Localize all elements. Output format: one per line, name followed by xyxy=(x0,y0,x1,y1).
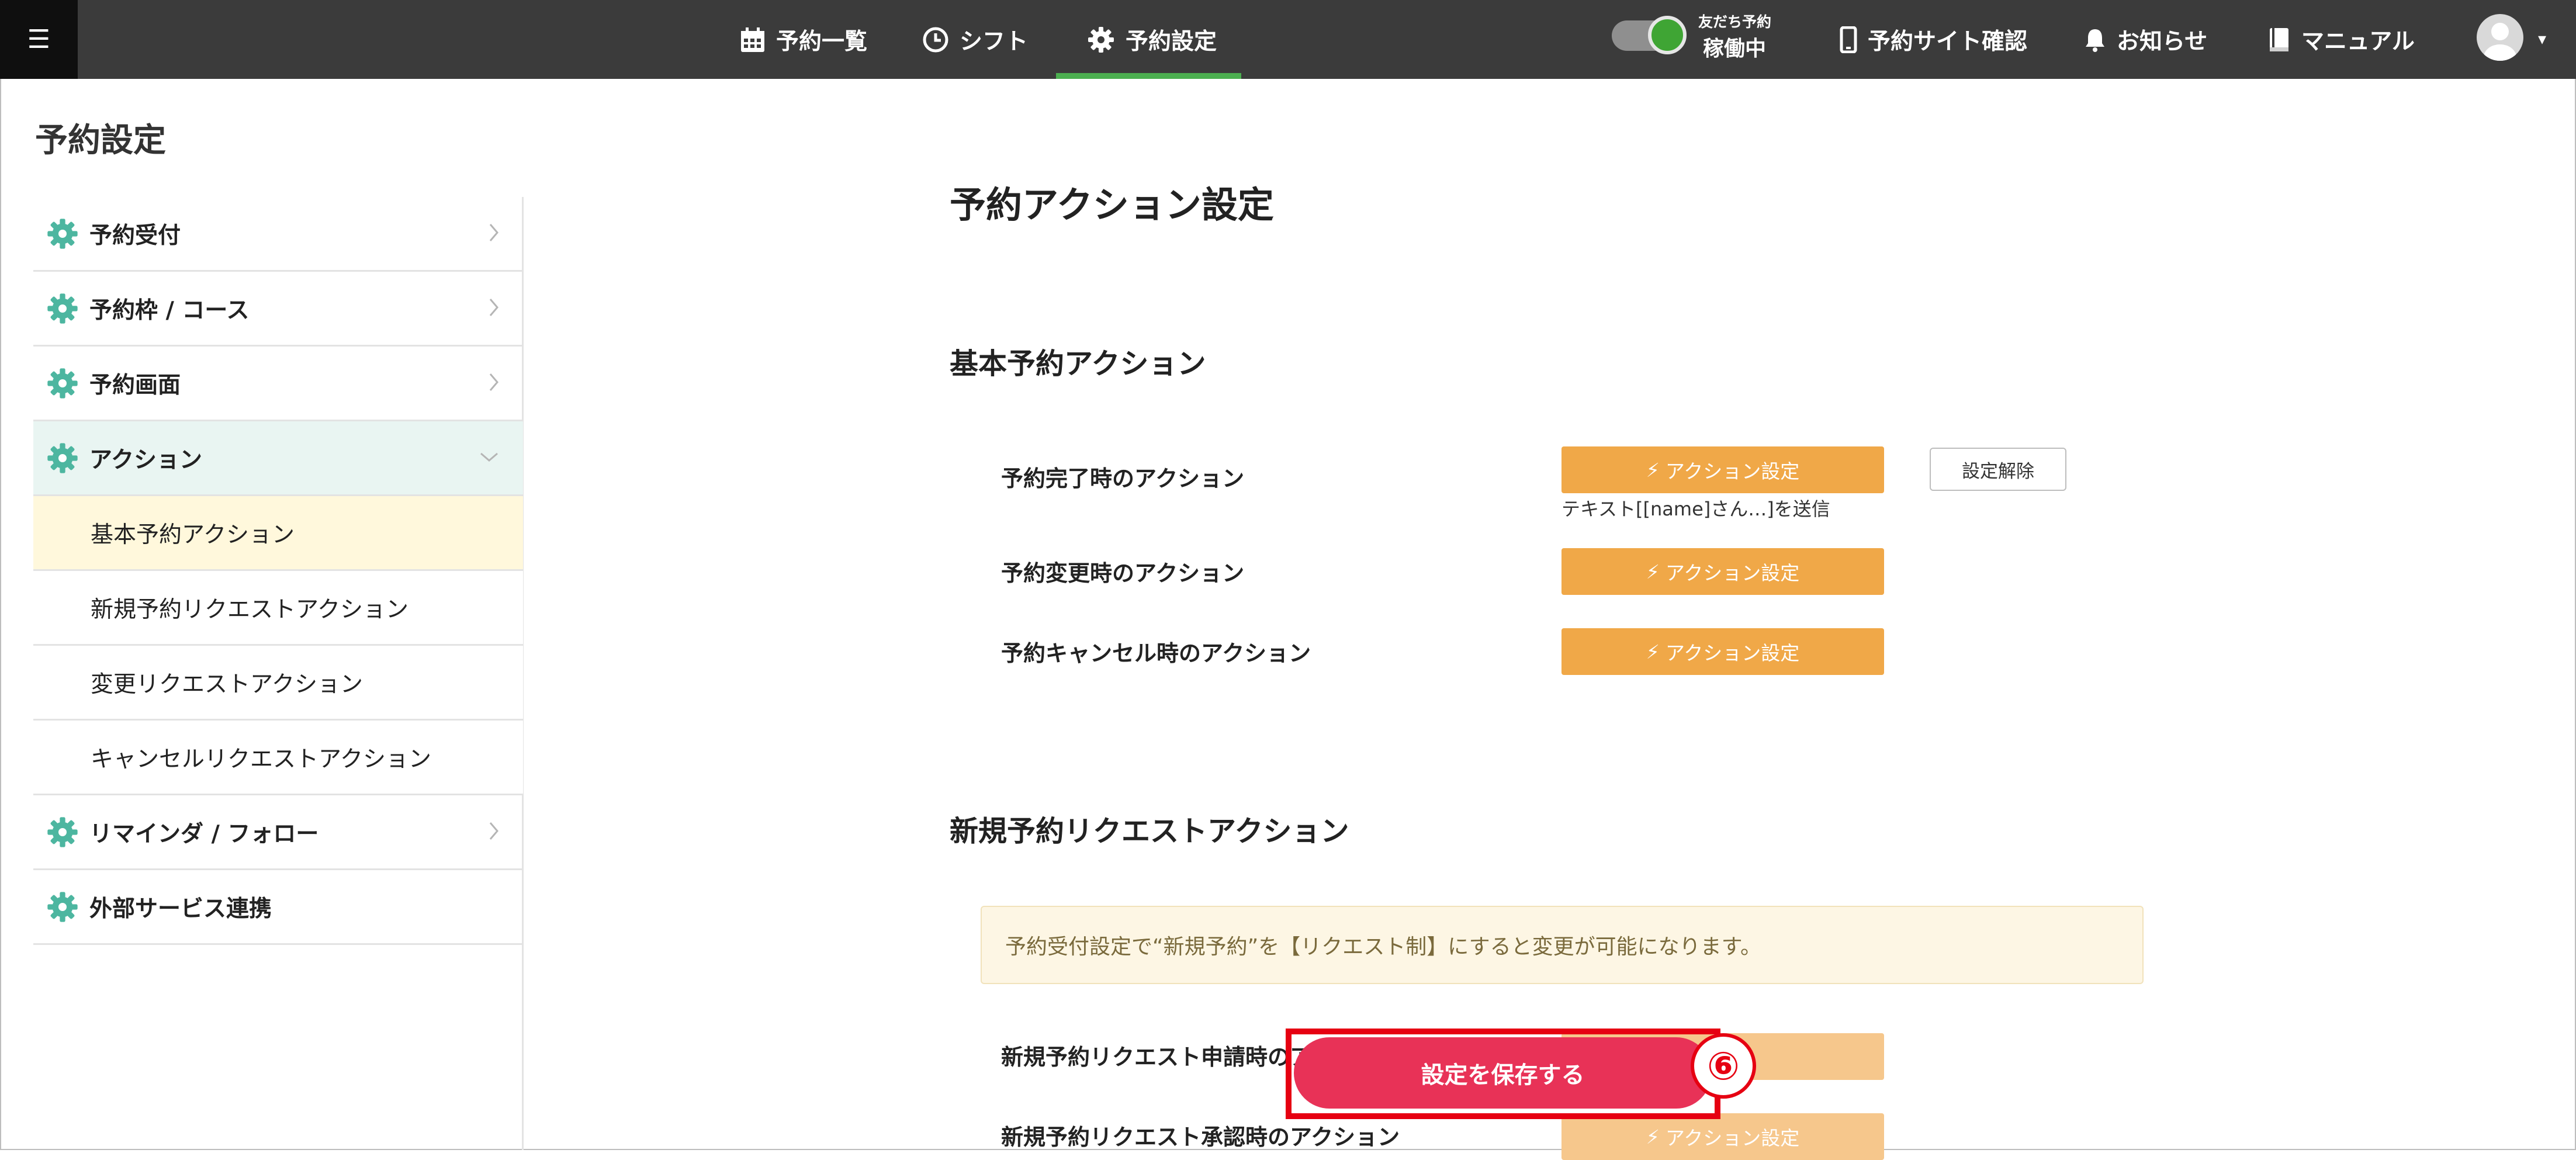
nav-reservation-settings[interactable]: 予約設定 xyxy=(1087,0,1217,79)
gear-icon xyxy=(1087,26,1115,54)
calendar-icon xyxy=(740,26,766,53)
chevron-right-icon xyxy=(488,297,500,320)
lightning-icon: ⚡ xyxy=(1646,640,1660,663)
sidebar-item-label: 新規予約リクエストアクション xyxy=(91,596,409,623)
bell-icon xyxy=(2084,27,2106,53)
sidebar-item-label: 予約受付 xyxy=(89,222,181,249)
button-label: アクション設定 xyxy=(1665,1127,1800,1149)
nav-reservation-list[interactable]: 予約一覧 xyxy=(740,0,867,79)
notice-link[interactable]: お知らせ xyxy=(2084,0,2207,79)
gear-icon xyxy=(46,816,79,849)
site-check-label: 予約サイト確認 xyxy=(1868,28,2028,55)
hamburger-icon[interactable]: ☰ xyxy=(0,0,78,79)
site-check-link[interactable]: 予約サイト確認 xyxy=(1840,0,2027,79)
clock-icon xyxy=(922,26,949,53)
sidebar-item-label: リマインダ / フォロー xyxy=(89,820,319,847)
gear-icon xyxy=(46,217,79,250)
step-number-marker: ⑥ xyxy=(1691,1033,1756,1099)
sidebar-subitem-new-request-action[interactable]: 新規予約リクエストアクション xyxy=(33,571,523,646)
notice-text: 予約受付設定で“新規予約”を【リクエスト制】にすると変更が可能になります。 xyxy=(1005,935,1762,959)
action-summary-text: テキスト[[name]さん…]を送信 xyxy=(1561,498,1830,520)
book-icon xyxy=(2267,26,2291,53)
action-settings-button-request-approve[interactable]: ⚡ アクション設定 xyxy=(1561,1113,1884,1160)
save-settings-button[interactable]: 設定を保存する xyxy=(1294,1037,1712,1109)
nav-label: 予約設定 xyxy=(1126,28,1217,55)
manual-label: マニュアル xyxy=(2301,28,2415,55)
sidebar-item-external-services[interactable]: 外部サービス連携 xyxy=(33,870,523,945)
sidebar-item-label: 外部サービス連携 xyxy=(89,895,272,922)
notice-label: お知らせ xyxy=(2117,28,2208,55)
sidebar-item-label: 予約枠 / コース xyxy=(89,297,250,324)
sidebar-item-reception[interactable]: 予約受付 xyxy=(33,197,523,272)
sidebar-subitem-basic-action[interactable]: 基本予約アクション xyxy=(33,496,523,571)
nav-shift[interactable]: シフト xyxy=(922,0,1028,79)
chevron-right-icon xyxy=(488,372,500,395)
main-title: 予約アクション設定 xyxy=(950,183,1274,226)
button-label: アクション設定 xyxy=(1665,460,1800,483)
toggle-status: 稼働中 xyxy=(1703,37,1767,61)
sidebar-item-screen[interactable]: 予約画面 xyxy=(33,347,523,421)
action-settings-button-cancel[interactable]: ⚡ アクション設定 xyxy=(1561,628,1884,675)
action-settings-button-change[interactable]: ⚡ アクション設定 xyxy=(1561,548,1884,595)
chevron-right-icon xyxy=(488,820,500,844)
gear-icon xyxy=(46,367,79,400)
top-navigation-bar: ☰ 予約一覧 シフト 予約設定 友だち予約 稼働中 予約サイト確認 お知らせ マ… xyxy=(0,0,2576,79)
sidebar-item-label: アクション xyxy=(89,446,203,473)
nav-label: 予約一覧 xyxy=(776,28,868,55)
lightning-icon: ⚡ xyxy=(1646,458,1660,482)
friend-booking-toggle[interactable] xyxy=(1612,15,1689,54)
sidebar-item-label: キャンセルリクエストアクション xyxy=(91,746,432,773)
sidebar-subitem-change-request-action[interactable]: 変更リクエストアクション xyxy=(33,646,523,721)
action-label-complete: 予約完了時のアクション xyxy=(1001,466,1245,491)
section-title-basic: 基本予約アクション xyxy=(950,347,1206,380)
chevron-down-icon[interactable]: ▾ xyxy=(2538,29,2546,49)
action-settings-button-complete[interactable]: ⚡ アクション設定 xyxy=(1561,446,1884,493)
gear-icon xyxy=(46,442,79,475)
toggle-knob xyxy=(1648,16,1687,54)
chevron-down-icon xyxy=(479,451,500,465)
sidebar-subitem-cancel-request-action[interactable]: キャンセルリクエストアクション xyxy=(33,721,523,795)
sidebar-item-slots-courses[interactable]: 予約枠 / コース xyxy=(33,272,523,347)
action-label-request-approve: 新規予約リクエスト承認時のアクション xyxy=(1001,1124,1400,1150)
gear-icon xyxy=(46,891,79,923)
sidebar-item-reminder-follow[interactable]: リマインダ / フォロー xyxy=(33,795,523,870)
clear-settings-button[interactable]: 設定解除 xyxy=(1930,448,2066,491)
action-label-change: 予約変更時のアクション xyxy=(1001,560,1245,586)
smartphone-icon xyxy=(1840,26,1857,53)
chevron-right-icon xyxy=(488,222,500,245)
button-label: アクション設定 xyxy=(1665,642,1800,664)
sidebar-item-label: 変更リクエストアクション xyxy=(91,671,363,698)
section-title-new-request: 新規予約リクエストアクション xyxy=(950,815,1349,848)
nav-label: シフト xyxy=(960,28,1029,55)
active-nav-indicator xyxy=(1056,73,1241,79)
manual-link[interactable]: マニュアル xyxy=(2267,0,2415,79)
toggle-caption: 友だち予約 xyxy=(1698,13,1772,30)
settings-sidebar: 予約受付 予約枠 / コース 予約画面 アクション 基本予約アクション 新規予約… xyxy=(33,197,523,945)
gear-icon xyxy=(46,292,79,325)
button-label: アクション設定 xyxy=(1665,562,1800,584)
lightning-icon: ⚡ xyxy=(1646,1125,1660,1148)
page-title: 予約設定 xyxy=(35,122,166,160)
sidebar-item-action[interactable]: アクション xyxy=(33,421,523,496)
user-avatar[interactable] xyxy=(2477,14,2523,61)
sidebar-item-label: 基本予約アクション xyxy=(91,521,295,548)
lightning-icon: ⚡ xyxy=(1646,560,1660,583)
request-notice-box: 予約受付設定で“新規予約”を【リクエスト制】にすると変更が可能になります。 xyxy=(981,906,2144,984)
action-label-cancel: 予約キャンセル時のアクション xyxy=(1001,640,1311,666)
sidebar-item-label: 予約画面 xyxy=(89,372,181,399)
